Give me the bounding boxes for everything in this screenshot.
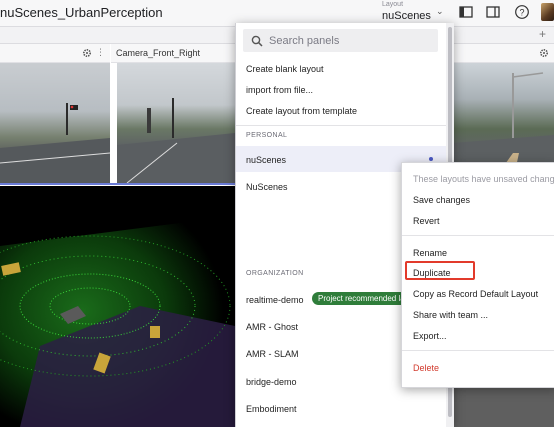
help-icon[interactable]: ? <box>514 4 530 20</box>
layout-item-realtime-demo[interactable]: realtime-demo <box>246 295 304 305</box>
gear-icon[interactable] <box>539 48 549 58</box>
camera-left-image <box>0 63 110 183</box>
layout-item-nuscenes-2[interactable]: NuScenes <box>246 182 288 192</box>
camera-far-header <box>453 44 554 63</box>
layout-caption: Layout <box>382 1 404 8</box>
layout-item-amr-ghost[interactable]: AMR - Ghost <box>246 322 298 332</box>
camera-right-image <box>117 63 235 183</box>
camera-right-header: Camera_Front_Right <box>111 44 235 63</box>
save-changes-item[interactable]: Save changes <box>413 195 470 205</box>
organization-header: ORGANIZATION <box>246 270 304 277</box>
export-item[interactable]: Export... <box>413 331 447 341</box>
chevron-down-icon[interactable]: ⌄ <box>436 6 444 17</box>
rename-item[interactable]: Rename <box>413 248 447 258</box>
search-input[interactable]: Search panels <box>243 29 438 52</box>
search-placeholder: Search panels <box>269 35 340 47</box>
layout-item-nuscenes[interactable]: nuScenes <box>246 155 286 165</box>
avatar[interactable] <box>541 3 554 21</box>
panel-title: Camera_Front_Right <box>116 48 201 58</box>
app-title: nuScenes_UrbanPerception <box>0 5 163 20</box>
unsaved-note: These layouts have unsaved changes <box>413 174 554 184</box>
active-dot <box>429 157 433 161</box>
right-sidebar-icon[interactable] <box>485 4 501 20</box>
divider <box>236 125 446 126</box>
layout-item-amr-slam[interactable]: AMR - SLAM <box>246 349 299 359</box>
layout-select[interactable]: nuScenes <box>382 10 431 22</box>
selected-panel-indicator <box>0 183 235 185</box>
create-blank-layout[interactable]: Create blank layout <box>246 64 324 74</box>
personal-header: PERSONAL <box>246 132 288 139</box>
layout-item-bridge-demo[interactable]: bridge-demo <box>246 377 297 387</box>
layout-item-embodiment[interactable]: Embodiment <box>246 404 297 414</box>
divider <box>402 235 554 236</box>
create-from-template[interactable]: Create layout from template <box>246 106 357 116</box>
share-item[interactable]: Share with team ... <box>413 310 488 320</box>
gear-icon[interactable] <box>82 48 92 58</box>
left-sidebar-icon[interactable] <box>458 4 474 20</box>
import-from-file[interactable]: import from file... <box>246 85 313 95</box>
layout-context-menu: These layouts have unsaved changes Save … <box>401 162 554 388</box>
svg-text:?: ? <box>519 8 524 18</box>
delete-item[interactable]: Delete <box>413 363 439 373</box>
camera-left-header: ⋮ <box>0 44 110 63</box>
add-tab-icon[interactable]: + <box>539 27 546 41</box>
revert-item[interactable]: Revert <box>413 216 440 226</box>
more-icon[interactable]: ⋮ <box>96 47 105 58</box>
duplicate-item[interactable]: Duplicate <box>413 268 451 278</box>
copy-default-item[interactable]: Copy as Record Default Layout <box>413 289 538 299</box>
search-icon <box>251 35 263 47</box>
divider <box>402 350 554 351</box>
